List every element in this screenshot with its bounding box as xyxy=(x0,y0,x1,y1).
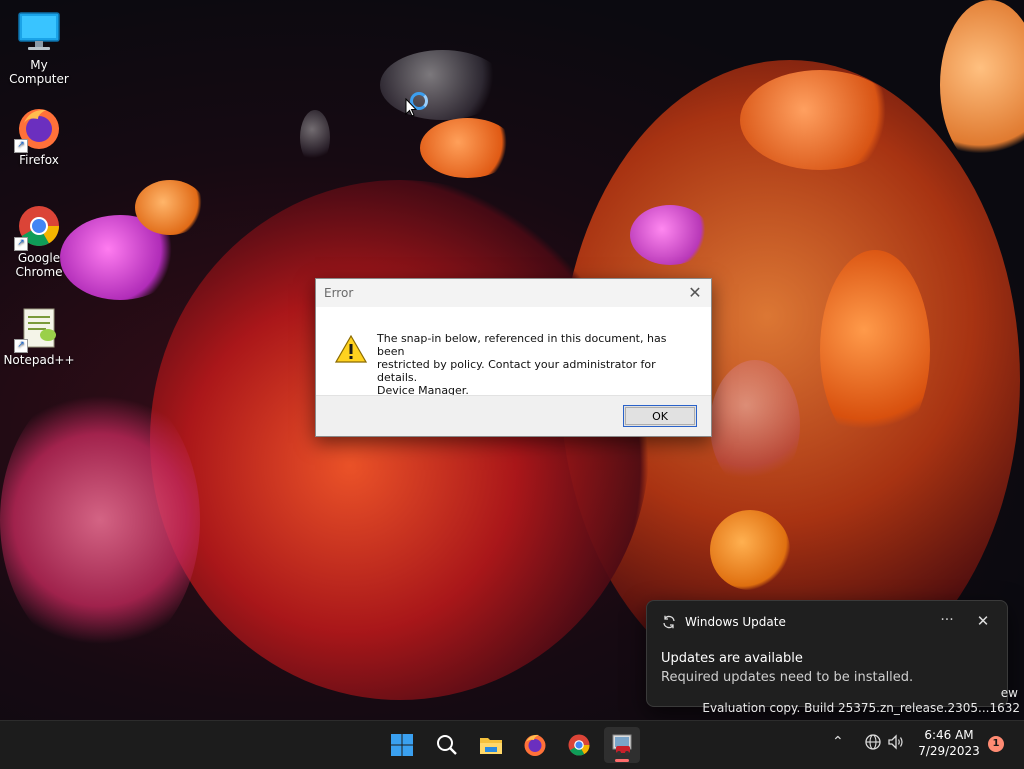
dialog-message-line: The snap-in below, referenced in this do… xyxy=(377,332,667,358)
start-icon xyxy=(391,734,413,756)
notification-body: Required updates need to be installed. xyxy=(661,670,914,685)
clock-time: 6:46 AM xyxy=(924,728,974,742)
firefox-icon: ↗ xyxy=(14,105,62,153)
desktop-icon-label: Google Chrome xyxy=(15,251,63,279)
taskbar-firefox-button[interactable] xyxy=(517,727,553,763)
dialog-footer: OK xyxy=(316,395,711,436)
dialog-message-line: restricted by policy. Contact your admin… xyxy=(377,358,656,384)
dialog-body: The snap-in below, referenced in this do… xyxy=(316,307,711,397)
notification-count-badge[interactable]: 1 xyxy=(988,736,1004,752)
notification-app-name: Windows Update xyxy=(685,615,786,629)
file-explorer-icon xyxy=(480,738,502,754)
windows-update-notification[interactable]: Windows Update ··· ✕ Updates are availab… xyxy=(646,600,1008,707)
search-button[interactable] xyxy=(429,727,465,763)
desktop-icon-my-computer[interactable]: My Computer xyxy=(0,10,78,86)
dialog-message: The snap-in below, referenced in this do… xyxy=(377,332,692,397)
monitor-icon xyxy=(16,10,62,56)
search-icon xyxy=(437,735,457,755)
shortcut-arrow-icon: ↗ xyxy=(14,237,28,251)
show-hidden-icons-chevron-up-icon[interactable]: ⌃ xyxy=(832,734,844,750)
notepad-plus-plus-icon: ↗ xyxy=(14,305,62,353)
desktop-icon-google-chrome[interactable]: ↗ Google Chrome xyxy=(0,203,78,279)
shortcut-arrow-icon: ↗ xyxy=(14,339,28,353)
watermark-build-text: Evaluation copy. Build 25375.zn_release.… xyxy=(702,701,1020,715)
more-options-icon[interactable]: ··· xyxy=(935,610,959,632)
file-explorer-button[interactable] xyxy=(473,727,509,763)
desktop-icon-label: Firefox xyxy=(19,153,59,167)
desktop-icon-notepad-plus-plus[interactable]: ↗ Notepad++ xyxy=(0,305,78,367)
device-manager-icon xyxy=(612,734,632,755)
mouse-cursor-icon xyxy=(405,97,418,122)
shortcut-arrow-icon: ↗ xyxy=(14,139,28,153)
desktop-icon-label: Notepad++ xyxy=(3,353,75,367)
clock-date: 7/29/2023 xyxy=(918,744,980,758)
active-app-indicator xyxy=(615,759,629,762)
taskbar-clock[interactable]: 6:46 AM 7/29/2023 xyxy=(910,727,988,759)
dialog-close-button[interactable]: ✕ xyxy=(685,283,705,303)
notification-heading: Updates are available xyxy=(661,651,803,666)
taskbar-device-manager-button[interactable] xyxy=(604,727,640,763)
desktop-icon-label: My Computer xyxy=(9,58,69,86)
sync-icon xyxy=(662,614,676,633)
chrome-icon: ↗ xyxy=(14,203,62,251)
taskbar-chrome-button[interactable] xyxy=(561,727,597,763)
error-dialog: Error ✕ The snap-in below, referenced in… xyxy=(315,278,712,437)
desktop-icon-firefox[interactable]: ↗ Firefox xyxy=(0,105,78,167)
watermark-text: ew xyxy=(1000,686,1018,700)
firefox-icon xyxy=(524,734,546,756)
start-button[interactable] xyxy=(384,727,420,763)
ok-button[interactable]: OK xyxy=(623,405,697,427)
dialog-titlebar[interactable]: Error ✕ xyxy=(316,279,711,307)
warning-icon xyxy=(334,334,368,367)
network-globe-icon[interactable] xyxy=(864,733,882,755)
dialog-title: Error xyxy=(324,286,354,300)
notification-close-button[interactable]: ✕ xyxy=(972,610,994,632)
chrome-icon xyxy=(568,734,590,756)
volume-speaker-icon[interactable] xyxy=(887,733,905,755)
